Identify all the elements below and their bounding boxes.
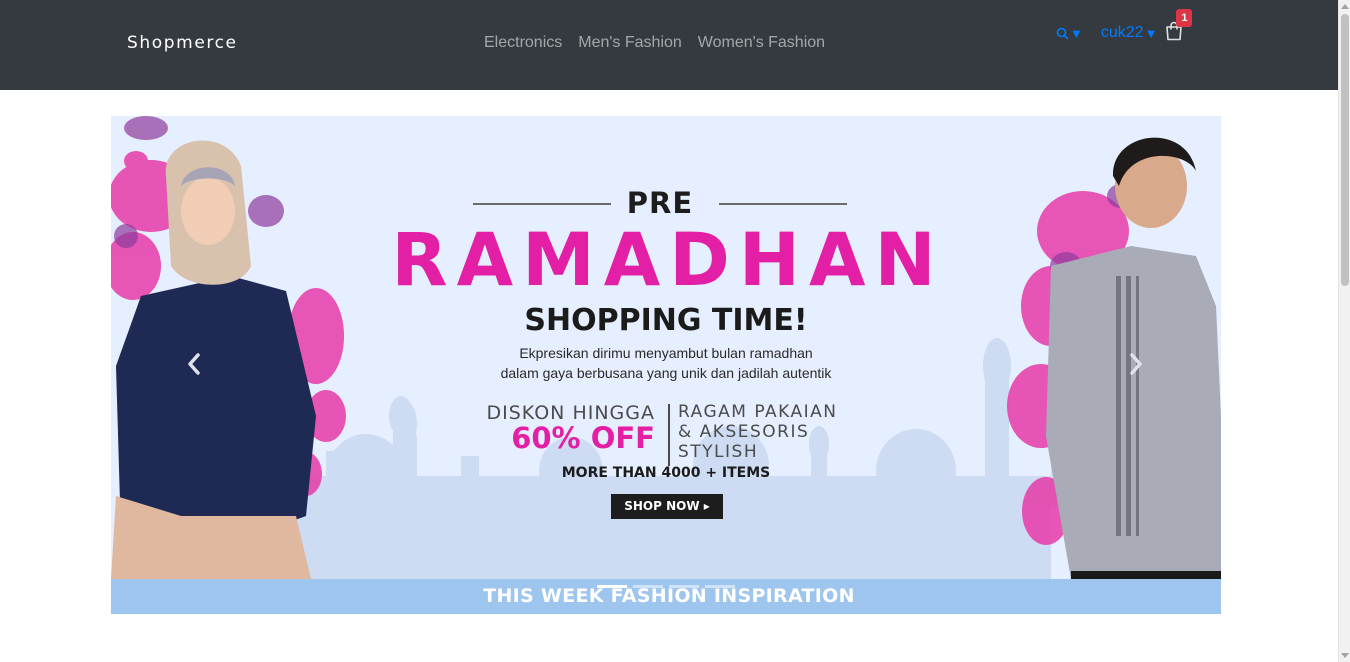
nav-link-womens-fashion[interactable]: Women's Fashion bbox=[698, 34, 825, 52]
banner-pre: PRE bbox=[626, 186, 694, 220]
carousel-indicator-4[interactable] bbox=[705, 585, 735, 588]
page-scrollbar[interactable] bbox=[1338, 0, 1350, 662]
banner-pre-row: PRE bbox=[473, 186, 847, 220]
banner-title: RAMADHAN bbox=[391, 218, 945, 303]
brand-logo[interactable]: Shopmerce bbox=[127, 33, 238, 53]
chevron-left-icon bbox=[188, 353, 200, 375]
banner-divider bbox=[668, 404, 670, 466]
carousel-indicators bbox=[597, 585, 735, 588]
carousel-indicator-1[interactable] bbox=[597, 585, 627, 588]
user-dropdown-toggle[interactable]: cuk22 ▼ bbox=[1101, 24, 1158, 42]
banner-subtitle: SHOPPING TIME! bbox=[524, 303, 808, 338]
banner-ragam-line-3: STYLISH bbox=[678, 442, 759, 462]
carousel-next-button[interactable] bbox=[1116, 349, 1156, 379]
banner-item-count: MORE THAN 4000 + ITEMS bbox=[561, 465, 771, 481]
scroll-thumb[interactable] bbox=[1341, 14, 1349, 286]
search-dropdown-toggle[interactable]: ▼ bbox=[1056, 26, 1083, 41]
shop-now-button[interactable]: SHOP NOW ▸ bbox=[611, 494, 723, 519]
navbar: Shopmerce Electronics Men's Fashion Wome… bbox=[0, 0, 1338, 90]
banner-discount: 60% OFF bbox=[511, 421, 655, 455]
inspiration-text: THIS WEEK FASHION INSPIRATION bbox=[483, 585, 855, 607]
banner-ragam-line-1: RAGAM PAKAIAN bbox=[678, 402, 838, 422]
carousel-indicator-3[interactable] bbox=[669, 585, 699, 588]
scroll-up-icon[interactable] bbox=[1341, 4, 1349, 9]
caret-down-icon: ▼ bbox=[1144, 25, 1158, 41]
nav-links: Electronics Men's Fashion Women's Fashio… bbox=[484, 34, 825, 52]
carousel-indicator-2[interactable] bbox=[633, 585, 663, 588]
chevron-right-icon bbox=[1130, 353, 1142, 375]
banner-ragam: RAGAM PAKAIAN & AKSESORIS STYLISH bbox=[678, 402, 858, 462]
username: cuk22 bbox=[1100, 24, 1144, 41]
search-icon bbox=[1056, 27, 1069, 40]
cart-count-badge: 1 bbox=[1176, 8, 1193, 27]
banner-ragam-line-2: & AKSESORIS bbox=[678, 422, 810, 442]
banner-desc-line-2: dalam gaya berbusana yang unik dan jadil… bbox=[500, 365, 832, 381]
carousel-prev-button[interactable] bbox=[174, 349, 214, 379]
banner-description: Ekpresikan dirimu menyambut bulan ramadh… bbox=[473, 343, 859, 383]
nav-right: ▼ cuk22 ▼ 1 bbox=[1056, 8, 1193, 46]
banner-desc-line-1: Ekpresikan dirimu menyambut bulan ramadh… bbox=[519, 345, 813, 361]
nav-link-mens-fashion[interactable]: Men's Fashion bbox=[578, 34, 682, 52]
hero-carousel: PRE RAMADHAN SHOPPING TIME! Ekpresikan d… bbox=[111, 116, 1221, 614]
cart-button[interactable]: 1 bbox=[1165, 8, 1193, 46]
nav-link-electronics[interactable]: Electronics bbox=[484, 34, 562, 52]
caret-down-icon: ▼ bbox=[1070, 25, 1083, 41]
scroll-down-icon[interactable] bbox=[1341, 653, 1349, 658]
